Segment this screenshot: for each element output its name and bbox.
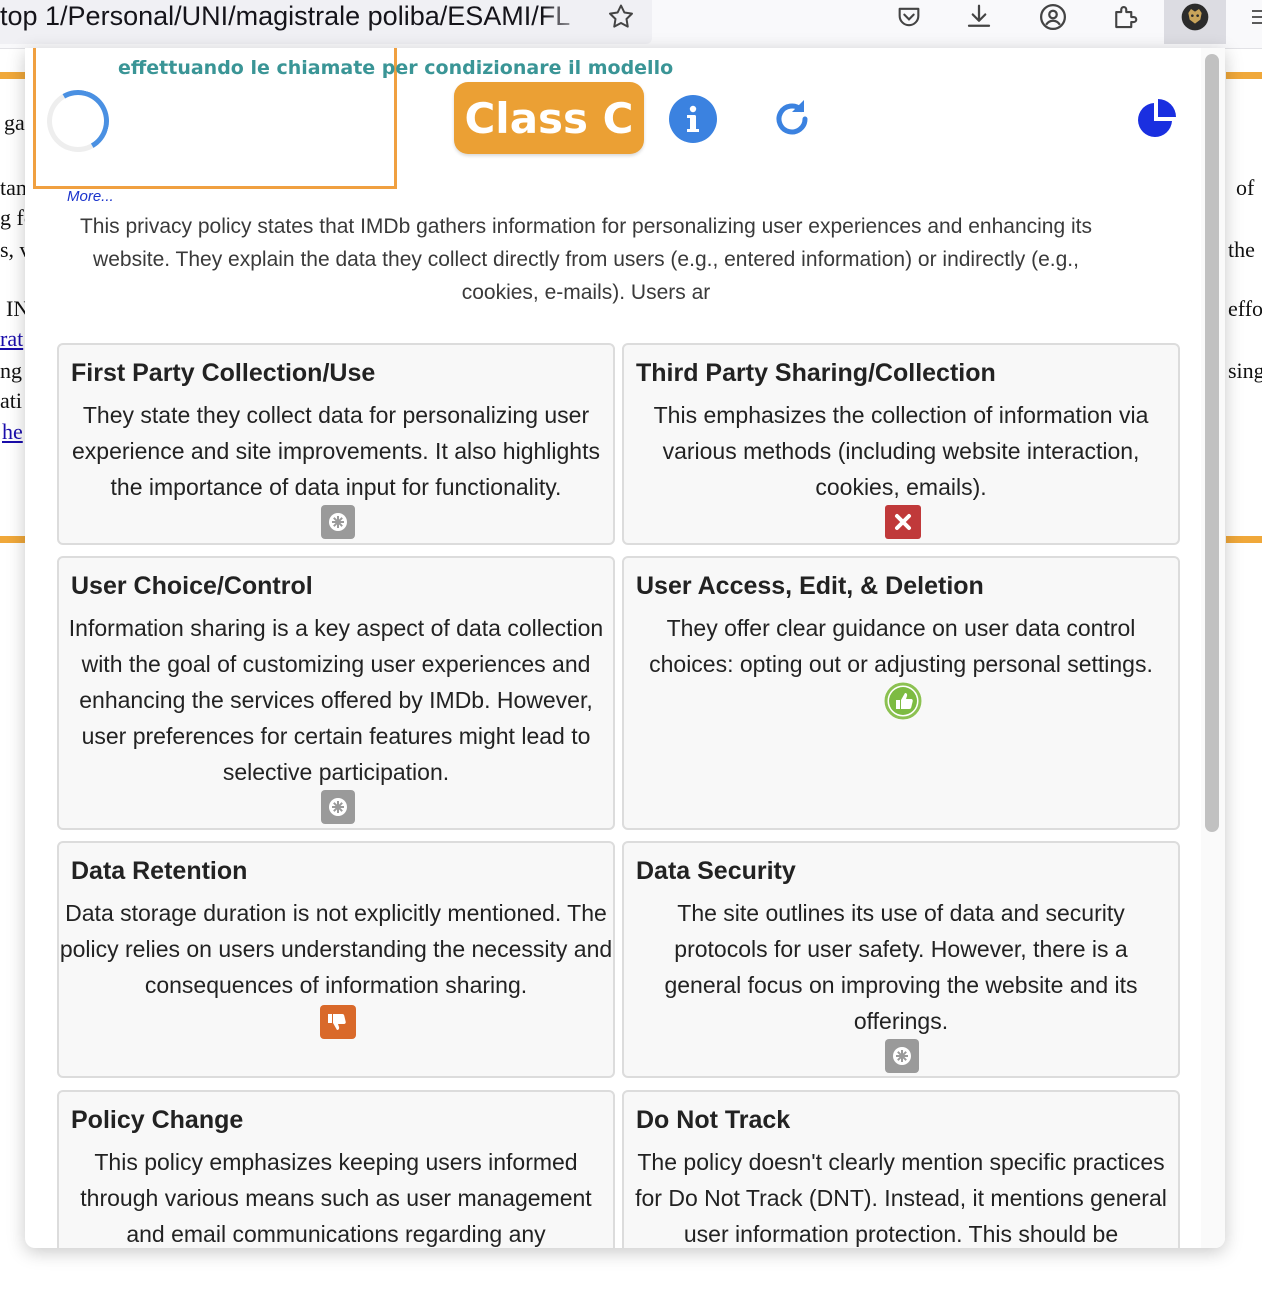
page-accent-line-left-bottom xyxy=(0,536,26,543)
more-link[interactable]: More... xyxy=(67,188,114,205)
refresh-icon xyxy=(776,100,808,135)
refresh-button[interactable] xyxy=(767,94,817,144)
card-body: The policy doesn't clearly mention speci… xyxy=(635,1149,1167,1247)
card-body: This policy emphasizes keeping users inf… xyxy=(80,1149,592,1247)
card-title: Third Party Sharing/Collection xyxy=(636,359,996,387)
category-card-data-security: Data Security The site outlines its use … xyxy=(622,841,1180,1078)
card-title: User Choice/Control xyxy=(71,572,313,600)
extension-active-icon xyxy=(1178,0,1212,34)
class-badge[interactable]: Class C xyxy=(454,82,644,154)
category-card-policy-change: Policy Change This policy emphasizes kee… xyxy=(57,1090,615,1248)
info-icon xyxy=(687,105,699,132)
page-accent-line-right-bottom xyxy=(1226,536,1262,543)
page-link-fragment[interactable]: rat xyxy=(0,326,26,352)
card-title: First Party Collection/Use xyxy=(71,359,376,387)
thumbs-down-icon xyxy=(320,1005,356,1039)
category-card-user-access: User Access, Edit, & Deletion They offer… xyxy=(622,556,1180,830)
neutral-asterisk-icon xyxy=(321,505,355,539)
category-card-do-not-track: Do Not Track The policy doesn't clearly … xyxy=(622,1090,1180,1248)
menu-icon[interactable] xyxy=(1244,0,1262,34)
page-link-fragment[interactable]: he xyxy=(2,419,26,445)
category-card-user-choice: User Choice/Control Information sharing … xyxy=(57,556,615,830)
download-icon[interactable] xyxy=(962,0,996,34)
card-title: Data Security xyxy=(636,857,796,885)
browser-toolbar: top 1/Personal/UNI/magistrale poliba/ESA… xyxy=(0,0,1262,49)
page-text-fragment: the xyxy=(1228,237,1255,262)
url-bar[interactable]: top 1/Personal/UNI/magistrale poliba/ESA… xyxy=(0,0,652,44)
thumbs-up-icon xyxy=(884,682,922,720)
card-body: This emphasizes the collection of inform… xyxy=(653,402,1149,500)
page-accent-line-left-top xyxy=(0,72,26,79)
category-card-data-retention: Data Retention Data storage duration is … xyxy=(57,841,615,1078)
card-body: The site outlines its use of data and se… xyxy=(664,900,1138,1034)
star-icon[interactable] xyxy=(604,0,638,34)
page-text-fragment: g fo xyxy=(0,205,26,230)
extension-button-active[interactable] xyxy=(1164,0,1226,44)
page-accent-line-right-top xyxy=(1226,72,1262,79)
extensions-icon[interactable] xyxy=(1108,0,1142,34)
page-text-fragment: ng xyxy=(0,358,22,383)
info-button[interactable] xyxy=(669,95,717,143)
url-text[interactable]: top 1/Personal/UNI/magistrale poliba/ESA… xyxy=(0,0,590,32)
card-title: Policy Change xyxy=(71,1106,244,1134)
neutral-asterisk-icon xyxy=(885,1039,919,1073)
page-text-fragment: of xyxy=(1236,175,1255,200)
page-text-fragment: ati xyxy=(0,388,22,413)
pie-chart-icon xyxy=(1138,99,1176,137)
scrollbar-thumb[interactable] xyxy=(1205,54,1219,832)
extension-popup: effettuando le chiamate per condizionare… xyxy=(25,48,1225,1248)
account-icon[interactable] xyxy=(1036,0,1070,34)
card-title: Do Not Track xyxy=(636,1106,791,1134)
category-card-third-party: Third Party Sharing/Collection This emph… xyxy=(622,343,1180,545)
card-title: Data Retention xyxy=(71,857,248,885)
card-body: They offer clear guidance on user data c… xyxy=(649,615,1153,677)
policy-summary: This privacy policy states that IMDb gat… xyxy=(79,215,1092,304)
card-body: Data storage duration is not explicitly … xyxy=(59,900,613,998)
status-text: effettuando le chiamate per condizionare… xyxy=(118,57,674,79)
card-title: User Access, Edit, & Deletion xyxy=(636,572,984,600)
page-text-fragment: IN xyxy=(6,296,26,321)
chart-button[interactable] xyxy=(1134,96,1180,142)
red-x-icon xyxy=(885,505,921,539)
card-body: Information sharing is a key aspect of d… xyxy=(68,615,604,785)
neutral-asterisk-icon xyxy=(321,790,355,824)
page-text-fragment: s, v xyxy=(0,237,26,262)
card-body: They state they collect data for persona… xyxy=(71,402,600,500)
page-text-fragment: tan xyxy=(0,175,26,200)
page-text-fragment: sing xyxy=(1228,358,1262,383)
pocket-icon[interactable] xyxy=(892,0,926,34)
page-text-fragment: ga xyxy=(4,110,25,135)
category-card-first-party: First Party Collection/Use They state th… xyxy=(57,343,615,545)
page-text-fragment: effor xyxy=(1228,296,1262,321)
